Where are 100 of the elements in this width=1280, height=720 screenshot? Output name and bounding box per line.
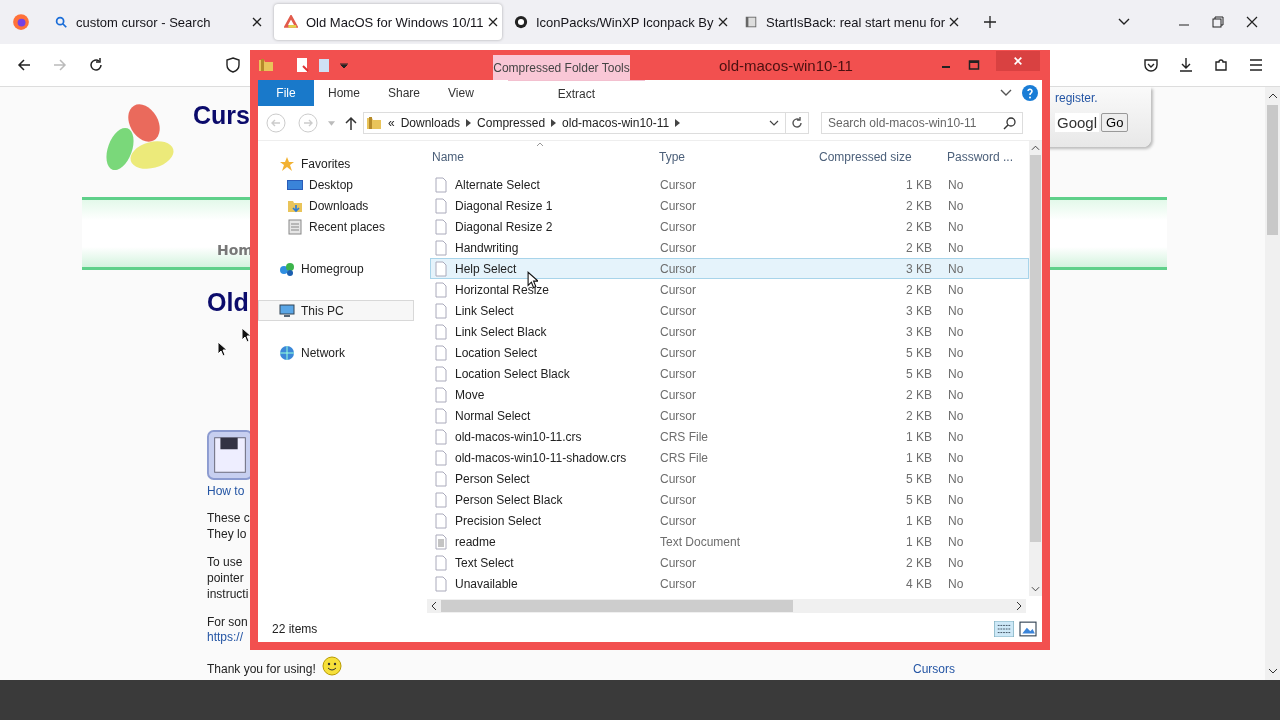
- file-row[interactable]: Text Select Cursor 2 KB No: [430, 552, 1029, 573]
- dropdown-icon[interactable]: [340, 62, 348, 68]
- separator-icon[interactable]: [551, 119, 557, 127]
- ribbon-tab[interactable]: Home: [314, 80, 374, 106]
- menu-icon[interactable]: [1248, 57, 1264, 73]
- scroll-thumb[interactable]: [1267, 105, 1278, 235]
- breadcrumb[interactable]: old-macos-win10-11: [562, 116, 670, 130]
- ribbon-tab[interactable]: Share: [374, 80, 435, 106]
- table-cell-text: No: [947, 492, 965, 507]
- thumbnails-view-icon[interactable]: [1018, 621, 1038, 637]
- file-row[interactable]: readme Text Document 1 KB No: [430, 531, 1029, 552]
- scrollbar[interactable]: [1265, 87, 1280, 680]
- back-icon[interactable]: [16, 57, 32, 73]
- pocket-icon[interactable]: [1143, 57, 1159, 73]
- browser-tab[interactable]: StartIsBack: real start menu for: [734, 4, 962, 40]
- new-folder-icon[interactable]: [316, 57, 332, 73]
- breadcrumb-overflow[interactable]: «: [388, 116, 395, 130]
- new-tab-icon[interactable]: [984, 16, 996, 28]
- maximize-icon[interactable]: [968, 59, 980, 71]
- file-row[interactable]: old-macos-win10-11-shadow.crs CRS File 1 KB No: [430, 447, 1029, 468]
- scrollbar[interactable]: [1029, 141, 1042, 596]
- file-row[interactable]: Person Select Cursor 5 KB No: [430, 468, 1029, 489]
- file-name: Link Select Black: [455, 324, 547, 339]
- nav-item[interactable]: Desktop: [258, 174, 414, 195]
- scroll-right-icon[interactable]: [1016, 601, 1022, 611]
- nav-item[interactable]: Network: [258, 342, 414, 363]
- file-row[interactable]: Unavailable Cursor 4 KB No: [430, 573, 1029, 594]
- download-link[interactable]: How to: [207, 484, 245, 498]
- url-link[interactable]: https://: [207, 630, 244, 644]
- scroll-left-icon[interactable]: [431, 601, 437, 611]
- scroll-thumb[interactable]: [441, 600, 793, 612]
- reload-icon[interactable]: [88, 57, 104, 73]
- scroll-up-icon[interactable]: [1267, 93, 1278, 99]
- address-bar[interactable]: « Downloads Compressed old-macos-win10-11: [363, 112, 809, 134]
- file-row[interactable]: Location Select Cursor 5 KB No: [430, 342, 1029, 363]
- file-row[interactable]: Move Cursor 2 KB No: [430, 384, 1029, 405]
- scrollbar[interactable]: [427, 599, 1026, 613]
- file-row[interactable]: Diagonal Resize 1 Cursor 2 KB No: [430, 195, 1029, 216]
- close-icon[interactable]: [1246, 16, 1258, 28]
- help-icon[interactable]: [1022, 85, 1038, 101]
- nav-item[interactable]: Recent places: [258, 216, 414, 237]
- details-view-icon[interactable]: [994, 621, 1014, 637]
- ribbon-tab[interactable]: File: [258, 80, 314, 106]
- close-button[interactable]: [996, 51, 1040, 71]
- table-cell-text: CRS File: [660, 429, 709, 444]
- table-cell-text: 1 KB: [905, 429, 933, 444]
- close-icon[interactable]: [252, 17, 262, 27]
- register-link[interactable]: register.: [1055, 91, 1151, 105]
- file-row[interactable]: Link Select Black Cursor 3 KB No: [430, 321, 1029, 342]
- nav-item[interactable]: Favorites: [258, 153, 414, 174]
- column-header[interactable]: Name: [430, 150, 659, 164]
- properties-icon[interactable]: [294, 57, 310, 73]
- smiley-icon: [321, 656, 342, 676]
- file-row[interactable]: Horizontal Resize Cursor 2 KB No: [430, 279, 1029, 300]
- restore-icon[interactable]: [1212, 16, 1224, 28]
- puzzle-icon[interactable]: [1213, 57, 1229, 73]
- refresh-icon[interactable]: [790, 116, 804, 130]
- breadcrumb[interactable]: Downloads: [400, 116, 461, 130]
- search-field[interactable]: Search old-macos-win10-11: [821, 112, 1023, 134]
- browser-logo-icon[interactable]: [12, 13, 30, 31]
- scroll-thumb[interactable]: [1030, 155, 1041, 542]
- scroll-down-icon[interactable]: [1267, 668, 1278, 674]
- search-field[interactable]: Googl: [1055, 113, 1100, 132]
- column-header[interactable]: Password ...: [939, 150, 1027, 164]
- file-row[interactable]: Precision Select Cursor 1 KB No: [430, 510, 1029, 531]
- download-icon[interactable]: [1178, 57, 1194, 73]
- file-row[interactable]: Location Select Black Cursor 5 KB No: [430, 363, 1029, 384]
- file-row[interactable]: Link Select Cursor 3 KB No: [430, 300, 1029, 321]
- browser-tab[interactable]: IconPacks/WinXP Iconpack By: [504, 4, 732, 40]
- breadcrumb[interactable]: Compressed: [477, 116, 546, 130]
- chevron-down-icon[interactable]: [1118, 18, 1130, 26]
- file-row[interactable]: Help Select Cursor 3 KB No: [430, 258, 1029, 279]
- nav-item[interactable]: Downloads: [258, 195, 414, 216]
- book-icon: [744, 15, 758, 29]
- close-icon[interactable]: [717, 17, 728, 27]
- browser-tab[interactable]: Old MacOS for Windows 10/11: [274, 4, 502, 40]
- separator-icon[interactable]: [466, 119, 472, 127]
- separator-icon[interactable]: [675, 119, 681, 127]
- column-header[interactable]: Type: [659, 150, 819, 164]
- table-cell-text: 3 KB: [905, 303, 933, 318]
- shield-icon[interactable]: [225, 57, 241, 73]
- chevron-down-icon[interactable]: [769, 120, 779, 126]
- nav-item[interactable]: Homegroup: [258, 258, 414, 279]
- close-icon[interactable]: [487, 17, 498, 27]
- search-icon[interactable]: [1003, 116, 1017, 130]
- ribbon-tab[interactable]: View: [434, 80, 488, 106]
- browser-tab[interactable]: custom cursor - Search: [44, 4, 272, 40]
- column-header[interactable]: Compressed size: [819, 150, 939, 164]
- go-button[interactable]: Go: [1101, 113, 1129, 132]
- file-row[interactable]: Alternate Select Cursor 1 KB No: [430, 174, 1029, 195]
- file-row[interactable]: Normal Select Cursor 2 KB No: [430, 405, 1029, 426]
- file-row[interactable]: old-macos-win10-11.crs CRS File 1 KB No: [430, 426, 1029, 447]
- up-arrow-icon[interactable]: [345, 116, 357, 130]
- file-row[interactable]: Diagonal Resize 2 Cursor 2 KB No: [430, 216, 1029, 237]
- file-row[interactable]: Person Select Black Cursor 5 KB No: [430, 489, 1029, 510]
- nav-item[interactable]: This PC: [258, 300, 414, 321]
- footer-link[interactable]: Cursors: [913, 662, 955, 676]
- close-icon[interactable]: [949, 17, 960, 27]
- file-row[interactable]: Handwriting Cursor 2 KB No: [430, 237, 1029, 258]
- chevron-down-icon[interactable]: [1000, 89, 1012, 97]
